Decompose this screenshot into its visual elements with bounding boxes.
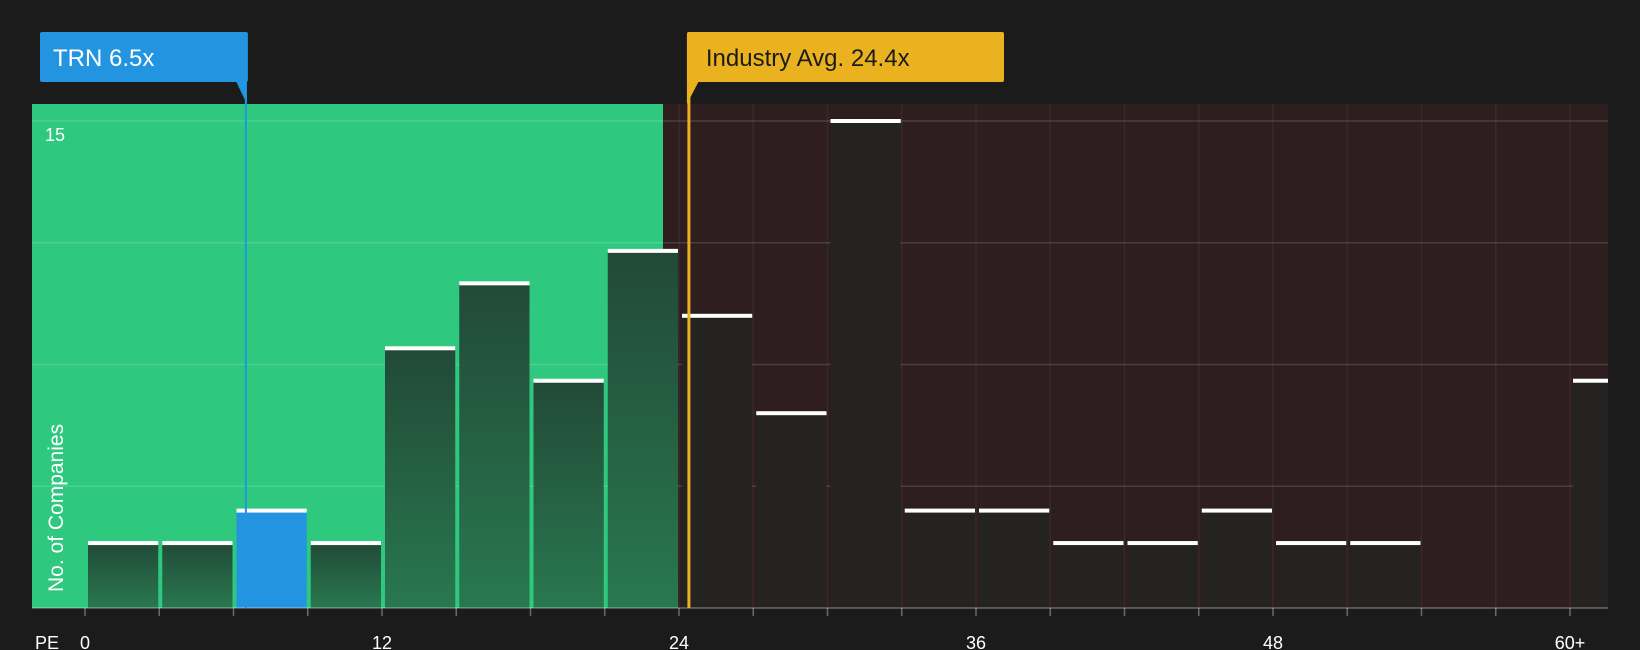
y-axis-label: No. of Companies (45, 424, 68, 592)
histogram-bar-14 (1127, 543, 1198, 608)
x-tick-label-60+: 60+ (1555, 633, 1586, 650)
x-tick-label-48: 48 (1263, 633, 1283, 650)
x-tick-label-12: 12 (372, 633, 392, 650)
histogram-bar-cap-8 (682, 313, 753, 318)
x-tick-label-0: 0 (80, 633, 90, 650)
histogram-bar-cap-11 (904, 508, 975, 513)
histogram-bar-8 (682, 315, 753, 608)
industry-callout-label: Industry Avg. 24.4x (706, 45, 910, 72)
histogram-bar-6 (533, 380, 604, 608)
histogram-bar-cap-16 (1276, 541, 1347, 546)
histogram-bar-cap-9 (756, 411, 827, 416)
histogram-bar-3 (310, 543, 381, 608)
histogram-bar-11 (904, 510, 975, 608)
histogram-bar-cap-12 (979, 508, 1050, 513)
histogram-bar-cap-15 (1201, 508, 1272, 513)
histogram-bar-9 (756, 413, 827, 608)
histogram-bar-1 (162, 543, 233, 608)
x-tick-label-36: 36 (966, 633, 986, 650)
histogram-bar-2 (236, 510, 307, 608)
histogram-bar-4 (385, 348, 456, 608)
histogram-bar-cap-17 (1350, 541, 1421, 546)
histogram-bar-5 (459, 283, 530, 608)
histogram-bar-cap-20 (1573, 378, 1608, 383)
histogram-bar-cap-4 (385, 346, 456, 351)
x-tick-label-24: 24 (669, 633, 689, 650)
histogram-bar-cap-7 (607, 248, 678, 253)
histogram-bar-15 (1201, 510, 1272, 608)
histogram-bar-cap-2 (236, 508, 307, 513)
company-callout-label: TRN 6.5x (53, 45, 154, 72)
histogram-bar-cap-13 (1053, 541, 1124, 546)
histogram-bar-12 (979, 510, 1050, 608)
histogram-bar-13 (1053, 543, 1124, 608)
histogram-bar-16 (1276, 543, 1347, 608)
histogram-bar-17 (1350, 543, 1421, 608)
histogram-bar-cap-3 (310, 541, 381, 546)
histogram-bar-cap-1 (162, 541, 233, 546)
histogram-bar-cap-5 (459, 281, 530, 286)
y-tick-label-15: 15 (45, 125, 65, 145)
histogram-bar-cap-0 (88, 541, 159, 546)
histogram-bar-7 (607, 250, 678, 608)
histogram-bar-cap-14 (1127, 541, 1198, 546)
histogram-bar-20 (1573, 380, 1608, 608)
histogram-bar-cap-6 (533, 378, 604, 383)
pe-distribution-chart: 0 12 24 36 48 60+ 15 TRN 6.5x Industry Avg. 24.… (0, 0, 1640, 650)
histogram-bar-10 (830, 121, 901, 608)
histogram-bar-cap-10 (830, 119, 901, 123)
x-axis-label: PE (35, 633, 59, 650)
histogram-bar-0 (88, 543, 159, 608)
